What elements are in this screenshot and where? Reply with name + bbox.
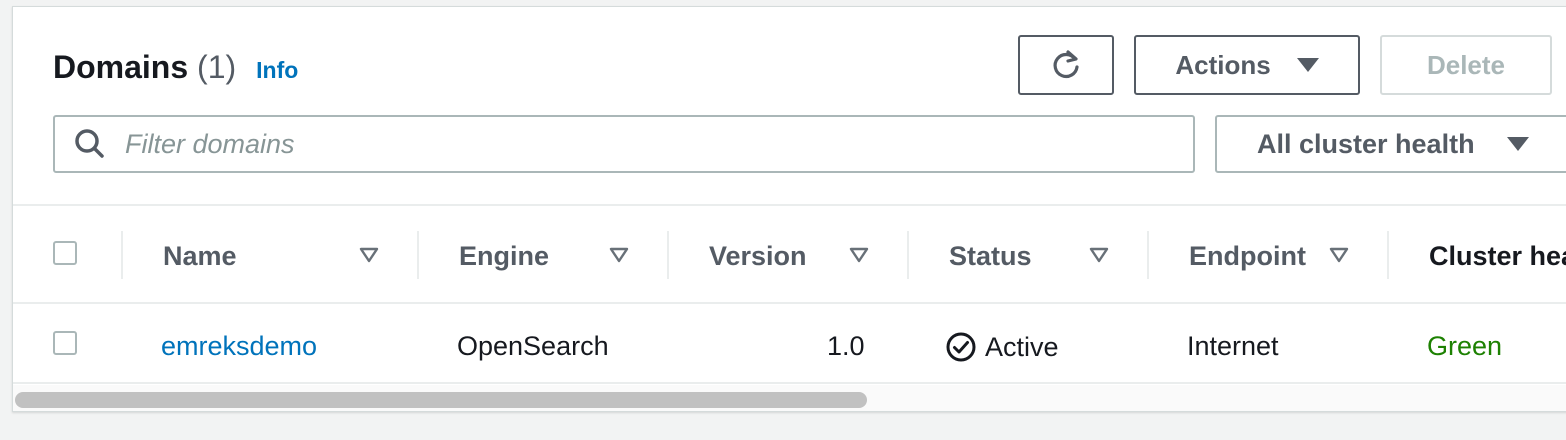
sort-icon[interactable] (849, 247, 869, 263)
status-text: Active (985, 331, 1059, 362)
caret-down-icon (1506, 137, 1529, 151)
sort-icon[interactable] (359, 247, 379, 263)
column-header-version[interactable]: Version (709, 241, 807, 272)
refresh-button[interactable] (1018, 35, 1114, 95)
page-header: Domains (1) Info (53, 49, 298, 86)
table-bottom-divider (13, 382, 1566, 384)
column-divider (1387, 231, 1389, 279)
refresh-icon (1053, 50, 1079, 79)
sort-icon[interactable] (1329, 247, 1349, 263)
column-header-endpoint[interactable]: Endpoint (1189, 241, 1306, 272)
cluster-health-select-value: All cluster health (1257, 128, 1475, 159)
column-divider (1147, 231, 1149, 279)
column-header-name[interactable]: Name (163, 241, 237, 272)
actions-dropdown-button[interactable]: Actions (1134, 35, 1360, 95)
sort-icon[interactable] (609, 247, 629, 263)
status-success-icon (946, 332, 976, 362)
filter-domains-box[interactable] (53, 115, 1195, 173)
row-checkbox[interactable] (53, 331, 77, 355)
sort-icon[interactable] (1089, 247, 1109, 263)
info-link[interactable]: Info (256, 57, 298, 84)
cell-status: Active (945, 331, 1059, 363)
column-divider (121, 231, 123, 279)
domain-count: (1) (197, 49, 237, 85)
caret-down-icon (1296, 58, 1319, 72)
cell-engine: OpenSearch (457, 331, 609, 361)
filter-domains-input[interactable] (123, 127, 1127, 161)
cell-cluster-health: Green (1427, 331, 1503, 361)
row-divider (13, 302, 1566, 304)
column-divider (667, 231, 669, 279)
cluster-health-select[interactable]: All cluster health (1215, 115, 1566, 173)
column-header-engine[interactable]: Engine (459, 241, 549, 272)
table-divider (13, 204, 1566, 206)
page-title-text: Domains (53, 49, 189, 85)
search-icon (75, 129, 104, 158)
column-header-status[interactable]: Status (949, 241, 1032, 272)
domain-name-link[interactable]: emreksdemo (161, 331, 317, 362)
domains-panel: Domains (1) Info Actions Delete All clus… (12, 6, 1566, 412)
cell-endpoint: Internet (1187, 331, 1279, 361)
scrollbar-thumb[interactable] (15, 392, 867, 408)
delete-button[interactable]: Delete (1380, 35, 1552, 95)
column-divider (907, 231, 909, 279)
actions-label: Actions (1175, 49, 1271, 80)
cell-version: 1.0 (827, 331, 865, 361)
column-header-cluster-health[interactable]: Cluster hea (1429, 241, 1566, 272)
page-title: Domains (1) (53, 49, 236, 86)
select-all-checkbox[interactable] (53, 241, 77, 265)
column-divider (417, 231, 419, 279)
